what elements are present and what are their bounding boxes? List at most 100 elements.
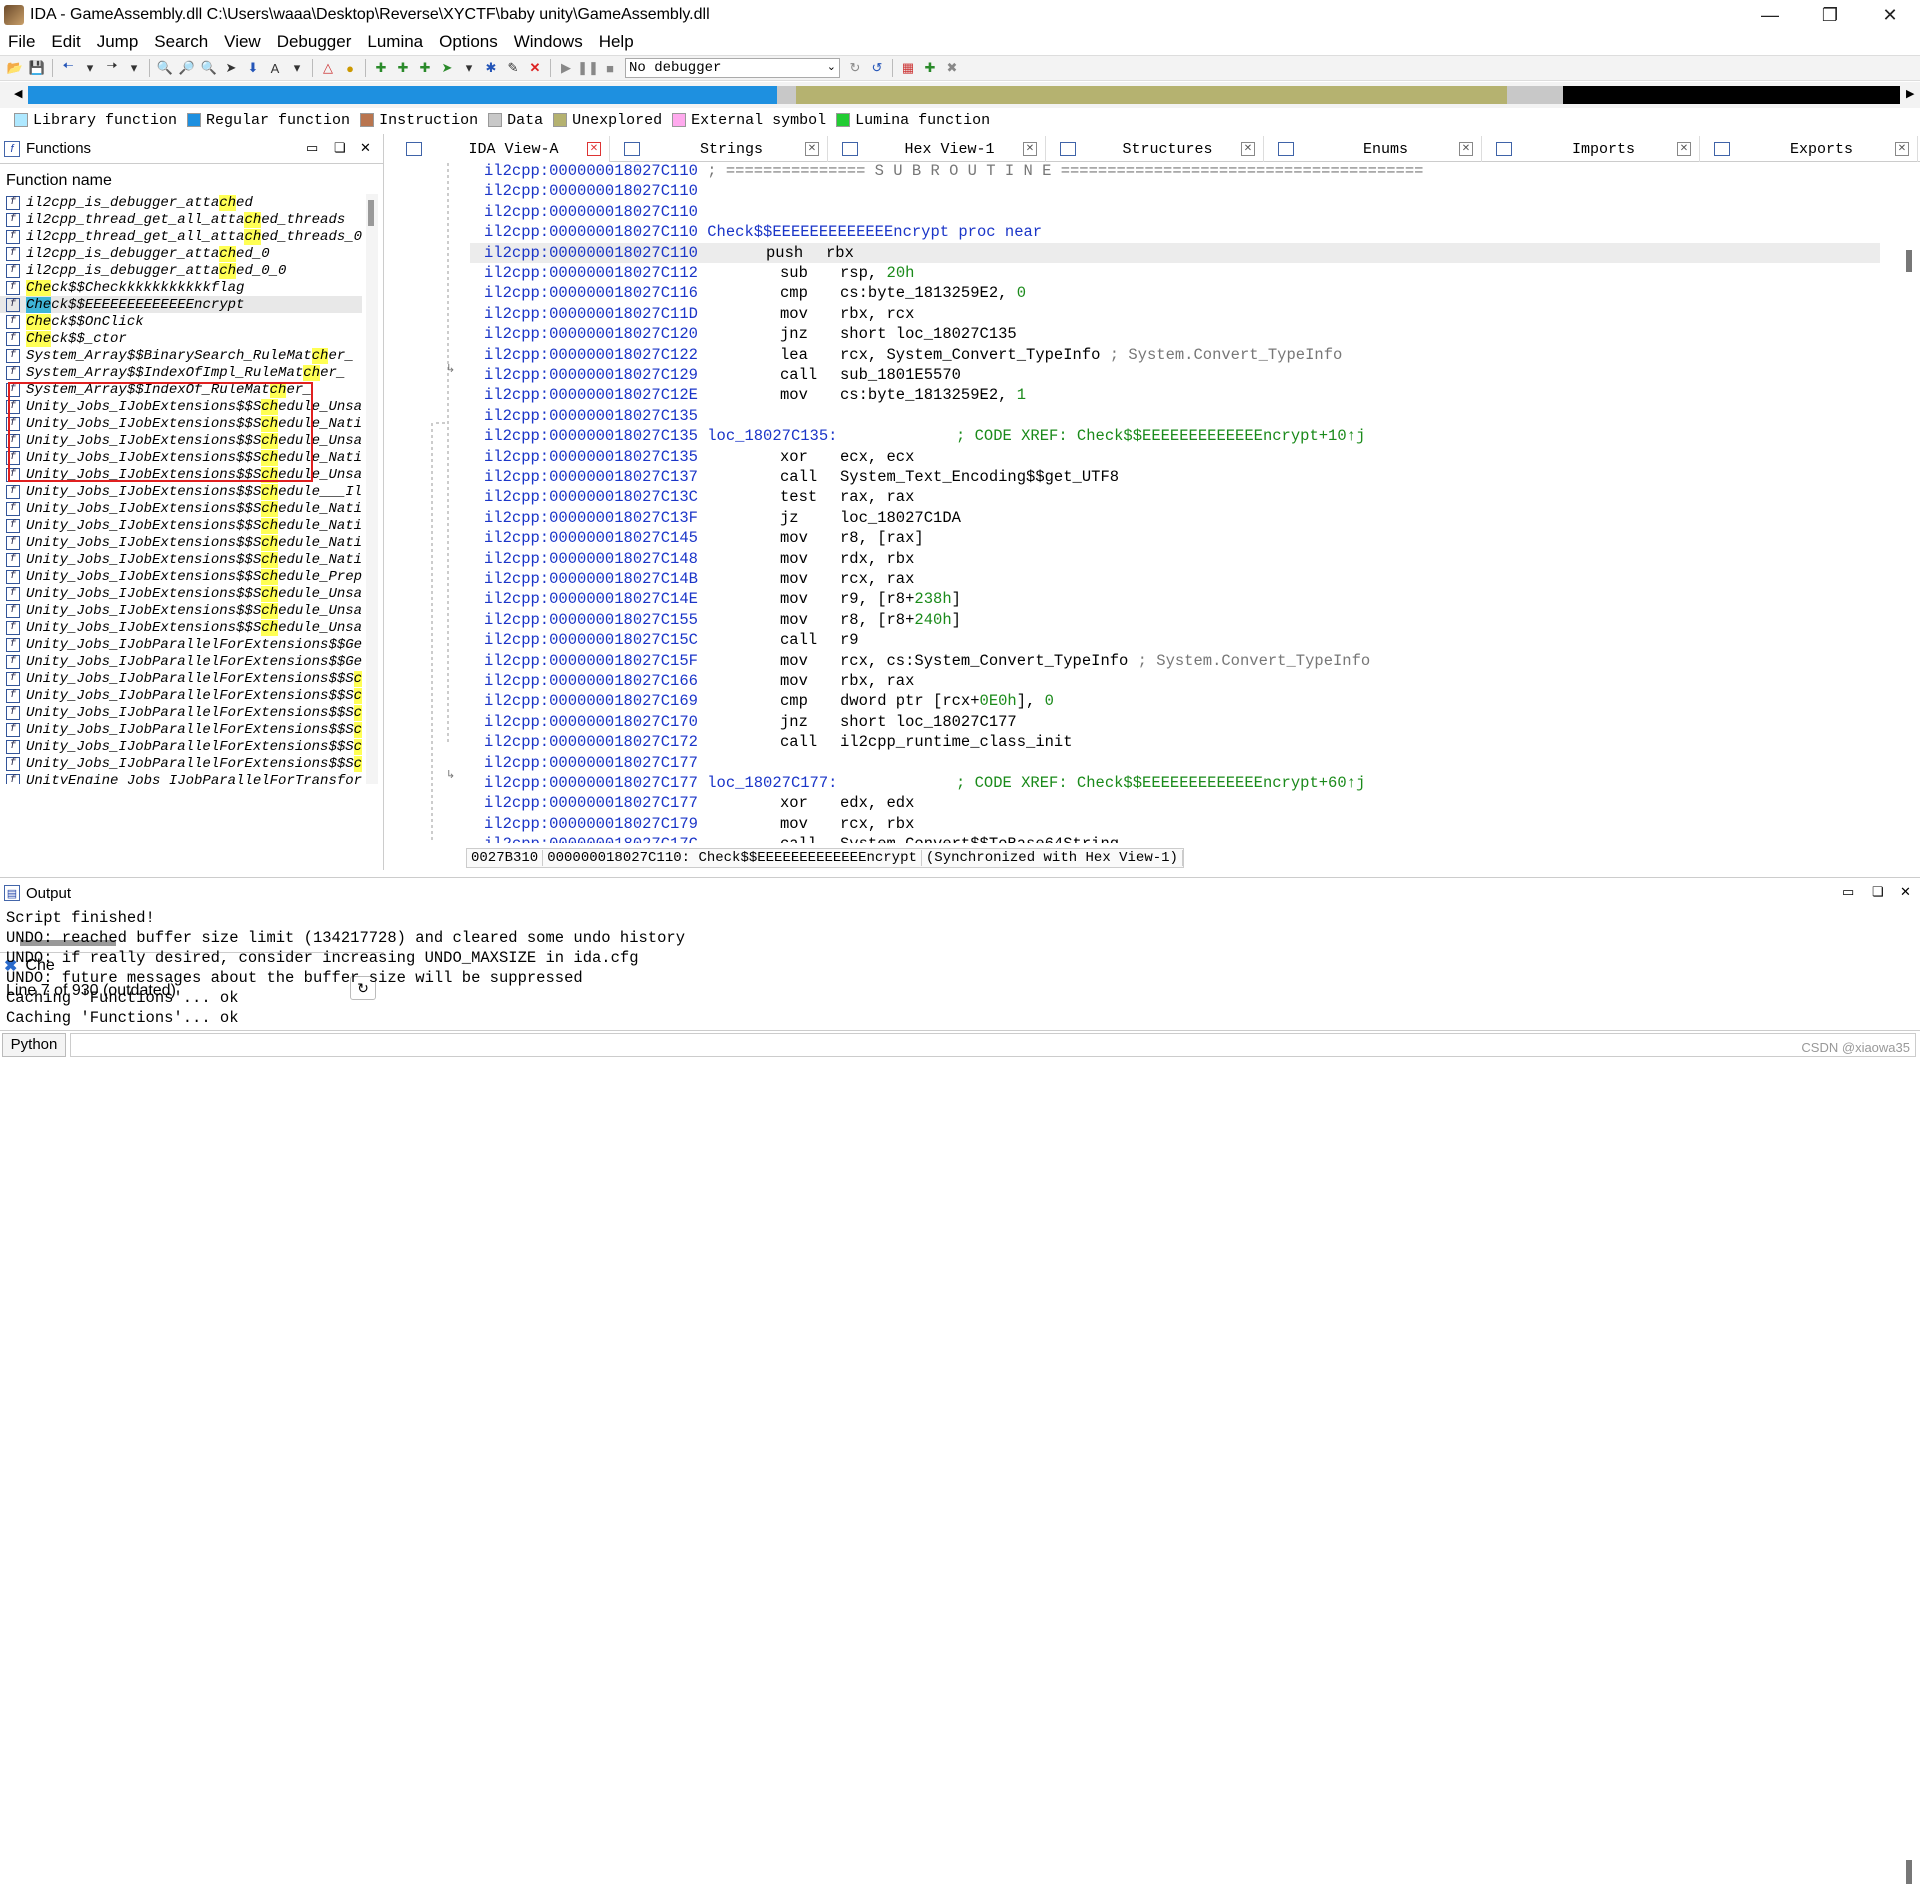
tab-close-icon[interactable]: ✕	[1459, 142, 1473, 156]
forward-dropdown-icon[interactable]: ▾	[125, 59, 143, 77]
disasm-line[interactable]: il2cpp:000000018027C148 mov rdx, rbx	[484, 549, 914, 569]
tab-close-icon[interactable]: ✕	[1677, 142, 1691, 156]
script-icon[interactable]: ✎	[504, 59, 522, 77]
add-enum-icon[interactable]: ✚	[416, 59, 434, 77]
disasm-line[interactable]: il2cpp:000000018027C110 push rbx	[470, 242, 1880, 263]
step-into-icon[interactable]: ↻	[846, 59, 864, 77]
search-binary-icon[interactable]: 🔍	[156, 59, 174, 77]
function-list-item[interactable]: f Unity_Jobs_IJobExtensions$$S ch edule_Uns…	[0, 585, 362, 602]
menu-item-options[interactable]: Options	[431, 32, 506, 52]
disasm-line[interactable]: il2cpp:000000018027C15C call r9	[484, 630, 859, 650]
back-icon[interactable]: 🠠	[59, 58, 77, 77]
panel-minimize-icon[interactable]: ▭	[306, 140, 318, 156]
disasm-line[interactable]: il2cpp:000000018027C137 call System_Text_E…	[484, 467, 1119, 487]
cli-language-button[interactable]: Python	[2, 1032, 66, 1057]
minimize-icon[interactable]: —	[1740, 0, 1800, 30]
function-list-item[interactable]: f Unity_Jobs_IJobParallelForExtensions$$S…	[0, 704, 362, 721]
disasm-line[interactable]: il2cpp:000000018027C135 loc_18027C135: ; …	[484, 426, 1365, 446]
search-next-icon[interactable]: ➤	[222, 59, 240, 77]
disasm-line[interactable]: il2cpp:000000018027C177 xor edx, edx	[484, 793, 914, 813]
function-list-item[interactable]: f Unity_Jobs_IJobExtensions$$S ch edule___I…	[0, 483, 362, 500]
disasm-line[interactable]: il2cpp:000000018027C112 sub rsp, 20h	[484, 263, 914, 283]
disasm-line[interactable]: il2cpp:000000018027C110 ; ==============…	[484, 163, 1423, 181]
function-list-item[interactable]: f il2cpp_is_debugger_atta ch ed_0	[0, 245, 362, 262]
terminate-icon[interactable]: ■	[601, 59, 619, 77]
disasm-line[interactable]: il2cpp:000000018027C166 mov rbx, rax	[484, 671, 914, 691]
function-list-item[interactable]: f System_Array$$IndexOfImpl_RuleMat ch er_	[0, 364, 362, 381]
tab-enums[interactable]: Enums ✕	[1264, 136, 1482, 162]
menu-item-search[interactable]: Search	[146, 32, 216, 52]
function-list-item[interactable]: f Che ck$$Checkkkkkkkkkkkflag	[0, 279, 362, 296]
tab-exports[interactable]: Exports ✕	[1700, 136, 1918, 162]
breakpoint-list-icon[interactable]: ▦	[899, 59, 917, 77]
menu-item-file[interactable]: File	[0, 32, 43, 52]
disasm-line[interactable]: il2cpp:000000018027C13F jz loc_18027C1DA	[484, 508, 961, 528]
disasm-line[interactable]: il2cpp:000000018027C129 call sub_1801E5570	[484, 365, 961, 385]
close-icon[interactable]: ✕	[1860, 0, 1920, 30]
text-view-icon[interactable]: A	[266, 59, 284, 77]
function-list-item[interactable]: f Unity_Jobs_IJobParallelForExtensions$$G…	[0, 636, 362, 653]
disasm-line[interactable]: il2cpp:000000018027C17C call System_Conver…	[484, 834, 1119, 843]
panel-float-icon[interactable]: ❏	[334, 140, 346, 156]
disasm-line[interactable]: il2cpp:000000018027C135	[484, 406, 698, 426]
function-list-item[interactable]: f Unity_Jobs_IJobExtensions$$S ch edule_Pre…	[0, 568, 362, 585]
function-list-item[interactable]: f Che ck$$EEEEEEEEEEEEEncrypt	[0, 296, 362, 313]
disassembly-view[interactable]: ↳ ↳ ⌄ il2cpp:000000018027C110 ; ========…	[392, 163, 1902, 843]
menu-item-debugger[interactable]: Debugger	[269, 32, 360, 52]
graph-icon[interactable]: △	[319, 59, 337, 77]
disasm-line[interactable]: il2cpp:000000018027C172 call il2cpp_runtim…	[484, 732, 1073, 752]
save-icon[interactable]: 💾	[28, 59, 46, 77]
open-file-icon[interactable]: 📂	[6, 59, 24, 77]
disasm-line[interactable]: il2cpp:000000018027C177	[484, 753, 698, 773]
function-list-item[interactable]: f Unity_Jobs_IJobExtensions$$S ch edule_Nat…	[0, 534, 362, 551]
disasm-line[interactable]: il2cpp:000000018027C14E mov r9, [r8+238h]	[484, 589, 961, 609]
function-list-item[interactable]: f Che ck$$_ctor	[0, 330, 362, 347]
menu-item-lumina[interactable]: Lumina	[359, 32, 431, 52]
nav-right-icon[interactable]: ▶	[1906, 87, 1914, 100]
disasm-line[interactable]: il2cpp:000000018027C110	[484, 202, 698, 222]
tab-imports[interactable]: Imports ✕	[1482, 136, 1700, 162]
tab-hex-view-1[interactable]: Hex View-1 ✕	[828, 136, 1046, 162]
step-over-icon[interactable]: ↺	[868, 59, 886, 77]
restore-icon[interactable]: ❐	[1800, 0, 1860, 30]
tab-close-icon[interactable]: ✕	[1895, 142, 1909, 156]
menu-item-jump[interactable]: Jump	[89, 32, 147, 52]
function-list-item[interactable]: f Unity_Jobs_IJobExtensions$$S ch edule_Uns…	[0, 602, 362, 619]
tab-ida-view-a[interactable]: IDA View-A ✕	[392, 136, 610, 162]
function-list-item[interactable]: f UnityEngine_Jobs_IJobParallelForTransfo…	[0, 772, 362, 784]
text-dropdown-icon[interactable]: ▾	[288, 59, 306, 77]
proximity-icon[interactable]: ●	[341, 59, 359, 77]
back-dropdown-icon[interactable]: ▾	[81, 59, 99, 77]
nav-left-icon[interactable]: ◀	[14, 87, 22, 100]
function-list-item[interactable]: f Unity_Jobs_IJobParallelForExtensions$$S…	[0, 738, 362, 755]
function-list-item[interactable]: f il2cpp_is_debugger_atta ch ed	[0, 194, 362, 211]
function-list-item[interactable]: f il2cpp_thread_get_all_atta ch ed_threads	[0, 211, 362, 228]
menu-item-windows[interactable]: Windows	[506, 32, 591, 52]
column-header-function-name[interactable]: Function name	[6, 172, 112, 190]
disasm-line[interactable]: il2cpp:000000018027C120 jnz short loc_1802…	[484, 324, 1017, 344]
patch-icon[interactable]: ➤	[438, 59, 456, 77]
run-icon[interactable]: ▶	[557, 59, 575, 77]
scrollbar-thumb[interactable]	[368, 200, 374, 226]
stop-icon[interactable]: ✕	[526, 59, 544, 77]
jump-down-icon[interactable]: ⬇	[244, 59, 262, 77]
disasm-line[interactable]: il2cpp:000000018027C14B mov rcx, rax	[484, 569, 914, 589]
tab-close-icon[interactable]: ✕	[1241, 142, 1255, 156]
add-breakpoint-icon[interactable]: ✚	[921, 59, 939, 77]
disassembly-scrollbar-thumb[interactable]	[1906, 250, 1912, 272]
panel-minimize-icon[interactable]: ▭	[1842, 884, 1854, 900]
patch-dropdown-icon[interactable]: ▾	[460, 59, 478, 77]
function-list-item[interactable]: f Unity_Jobs_IJobParallelForExtensions$$S…	[0, 687, 362, 704]
menu-item-edit[interactable]: Edit	[43, 32, 88, 52]
tab-close-icon[interactable]: ✕	[1023, 142, 1037, 156]
debugger-select[interactable]: No debugger ⌄	[625, 58, 840, 78]
function-list-item[interactable]: f Unity_Jobs_IJobParallelForExtensions$$S…	[0, 721, 362, 738]
disasm-line[interactable]: il2cpp:000000018027C135 xor ecx, ecx	[484, 447, 914, 467]
function-list-item[interactable]: f il2cpp_is_debugger_atta ch ed_0_0	[0, 262, 362, 279]
pause-icon[interactable]: ❚❚	[577, 59, 599, 77]
function-list-item[interactable]: f System_Array$$BinarySearch_RuleMat ch er_	[0, 347, 362, 364]
panel-close-icon[interactable]: ✕	[360, 140, 371, 156]
plugin-icon[interactable]: ✱	[482, 59, 500, 77]
tab-close-icon[interactable]: ✕	[587, 142, 601, 156]
disasm-line[interactable]: il2cpp:000000018027C12E mov cs:byte_181325…	[484, 385, 1026, 405]
